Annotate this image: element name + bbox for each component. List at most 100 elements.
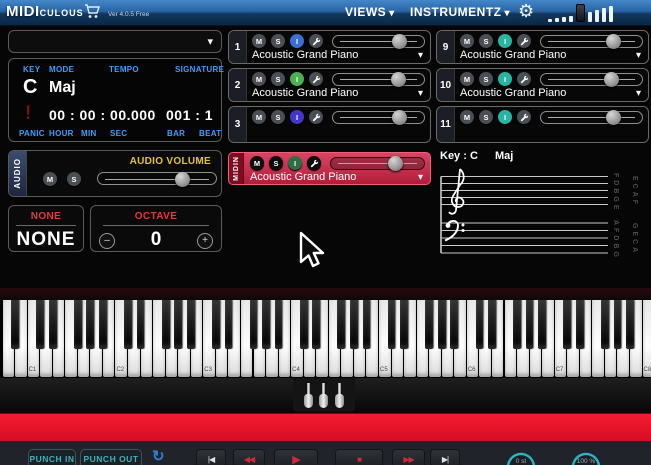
black-key-Fs3[interactable] bbox=[250, 300, 258, 349]
channel-1-instrument-name[interactable]: Acoustic Grand Piano bbox=[252, 49, 358, 61]
panic-icon[interactable]: ! bbox=[25, 103, 31, 125]
channel-11-mute-button[interactable]: M bbox=[460, 110, 474, 124]
black-key-Gs6[interactable] bbox=[526, 300, 534, 349]
black-key-Fs5[interactable] bbox=[425, 300, 433, 349]
slider-thumb[interactable] bbox=[388, 156, 403, 171]
black-key-Gs5[interactable] bbox=[438, 300, 446, 349]
channel-1-solo-button[interactable]: S bbox=[271, 34, 285, 48]
master-volume-thumb[interactable] bbox=[576, 4, 585, 22]
white-key-C8[interactable]: C8 bbox=[643, 300, 651, 377]
channel-9-solo-button[interactable]: S bbox=[479, 34, 493, 48]
black-key-Fs4[interactable] bbox=[337, 300, 345, 349]
black-key-As0[interactable] bbox=[11, 300, 19, 349]
channel-10-instrument-name[interactable]: Acoustic Grand Piano bbox=[460, 87, 566, 99]
stop-button[interactable]: ■ bbox=[335, 449, 383, 465]
channel-9-instrument-button[interactable]: I bbox=[498, 34, 512, 48]
master-volume-slider[interactable] bbox=[548, 4, 613, 22]
audio-volume-slider[interactable] bbox=[97, 172, 217, 185]
channel-10-volume-slider[interactable] bbox=[540, 73, 643, 86]
slider-thumb[interactable] bbox=[175, 172, 190, 187]
channel-2-volume-slider[interactable] bbox=[332, 73, 425, 86]
black-key-As2[interactable] bbox=[187, 300, 195, 349]
black-key-As1[interactable] bbox=[99, 300, 107, 349]
slider-thumb[interactable] bbox=[606, 34, 621, 49]
slider-thumb[interactable] bbox=[606, 110, 621, 125]
black-key-Gs2[interactable] bbox=[174, 300, 182, 349]
black-key-As7[interactable] bbox=[626, 300, 634, 349]
black-key-Ds3[interactable] bbox=[225, 300, 233, 349]
channel-9-volume-slider[interactable] bbox=[540, 35, 643, 48]
black-key-Ds7[interactable] bbox=[576, 300, 584, 349]
black-key-Cs2[interactable] bbox=[124, 300, 132, 349]
black-key-Ds6[interactable] bbox=[488, 300, 496, 349]
black-key-Fs1[interactable] bbox=[74, 300, 82, 349]
play-button[interactable]: ▶ bbox=[274, 449, 318, 465]
black-key-Ds1[interactable] bbox=[49, 300, 57, 349]
fast-forward-button[interactable]: ▶▶ bbox=[392, 449, 425, 465]
channel-3-instrument-button[interactable]: I bbox=[290, 110, 304, 124]
channel-3-solo-button[interactable]: S bbox=[271, 110, 285, 124]
black-key-As4[interactable] bbox=[363, 300, 371, 349]
tempo-knob[interactable]: 100 % bbox=[568, 447, 604, 465]
wrench-icon[interactable] bbox=[307, 156, 321, 170]
black-key-Cs1[interactable] bbox=[36, 300, 44, 349]
menu-instrumentz[interactable]: INSTRUMENTZ▾ bbox=[410, 5, 510, 19]
black-key-Cs4[interactable] bbox=[300, 300, 308, 349]
channel-10-solo-button[interactable]: S bbox=[479, 72, 493, 86]
slider-thumb[interactable] bbox=[391, 72, 406, 87]
wrench-icon[interactable] bbox=[309, 72, 323, 86]
wrench-icon[interactable] bbox=[309, 34, 323, 48]
slider-thumb[interactable] bbox=[392, 110, 407, 125]
cart-icon[interactable] bbox=[84, 4, 100, 24]
preset-dropdown[interactable]: ▾ bbox=[8, 30, 222, 53]
channel-2-instrument-button[interactable]: I bbox=[290, 72, 304, 86]
gear-icon[interactable]: ⚙ bbox=[518, 1, 534, 22]
channel-3-mute-button[interactable]: M bbox=[252, 110, 266, 124]
midin-instrument-button[interactable]: I bbox=[288, 156, 302, 170]
scale-lock-value[interactable]: NONE bbox=[9, 229, 83, 251]
slider-thumb[interactable] bbox=[392, 34, 407, 49]
channel-1-instrument-button[interactable]: I bbox=[290, 34, 304, 48]
black-key-As5[interactable] bbox=[450, 300, 458, 349]
wrench-icon[interactable] bbox=[309, 110, 323, 124]
audio-mute-button[interactable]: M bbox=[43, 172, 57, 186]
transpose-knob[interactable]: 0 st bbox=[503, 447, 539, 465]
midin-volume-slider[interactable] bbox=[330, 157, 425, 170]
channel-2-mute-button[interactable]: M bbox=[252, 72, 266, 86]
black-key-Ds5[interactable] bbox=[400, 300, 408, 349]
channel-2-solo-button[interactable]: S bbox=[271, 72, 285, 86]
octave-plus-button[interactable]: + bbox=[197, 233, 213, 249]
black-key-Gs3[interactable] bbox=[262, 300, 270, 349]
channel-11-volume-slider[interactable] bbox=[540, 111, 643, 124]
black-key-Fs6[interactable] bbox=[513, 300, 521, 349]
punch-in-button[interactable]: PUNCH IN bbox=[28, 449, 76, 465]
black-key-Cs5[interactable] bbox=[388, 300, 396, 349]
channel-2-instrument-name[interactable]: Acoustic Grand Piano bbox=[252, 87, 358, 99]
black-key-Gs7[interactable] bbox=[614, 300, 622, 349]
channel-1-volume-slider[interactable] bbox=[332, 35, 425, 48]
skip-to-start-button[interactable]: |◀ bbox=[196, 449, 226, 465]
channel-1-mute-button[interactable]: M bbox=[252, 34, 266, 48]
black-key-Gs4[interactable] bbox=[350, 300, 358, 349]
black-key-As6[interactable] bbox=[538, 300, 546, 349]
channel-9-mute-button[interactable]: M bbox=[460, 34, 474, 48]
black-key-Cs3[interactable] bbox=[212, 300, 220, 349]
midin-instrument-name[interactable]: Acoustic Grand Piano bbox=[250, 171, 356, 183]
channel-11-solo-button[interactable]: S bbox=[479, 110, 493, 124]
menu-views[interactable]: VIEWS▾ bbox=[345, 5, 395, 19]
channel-11-instrument-button[interactable]: I bbox=[498, 110, 512, 124]
black-key-Fs7[interactable] bbox=[601, 300, 609, 349]
channel-3-volume-slider[interactable] bbox=[332, 111, 425, 124]
black-key-Fs2[interactable] bbox=[162, 300, 170, 349]
rewind-button[interactable]: ◀◀ bbox=[233, 449, 265, 465]
loop-icon[interactable]: ↻ bbox=[152, 447, 165, 465]
channel-10-instrument-button[interactable]: I bbox=[498, 72, 512, 86]
punch-out-button[interactable]: PUNCH OUT bbox=[80, 449, 142, 465]
black-key-Gs1[interactable] bbox=[86, 300, 94, 349]
wrench-icon[interactable] bbox=[517, 34, 531, 48]
black-key-Ds2[interactable] bbox=[137, 300, 145, 349]
midin-solo-button[interactable]: S bbox=[269, 156, 283, 170]
skip-to-end-button[interactable]: ▶| bbox=[430, 449, 460, 465]
midin-mute-button[interactable]: M bbox=[250, 156, 264, 170]
wrench-icon[interactable] bbox=[517, 72, 531, 86]
